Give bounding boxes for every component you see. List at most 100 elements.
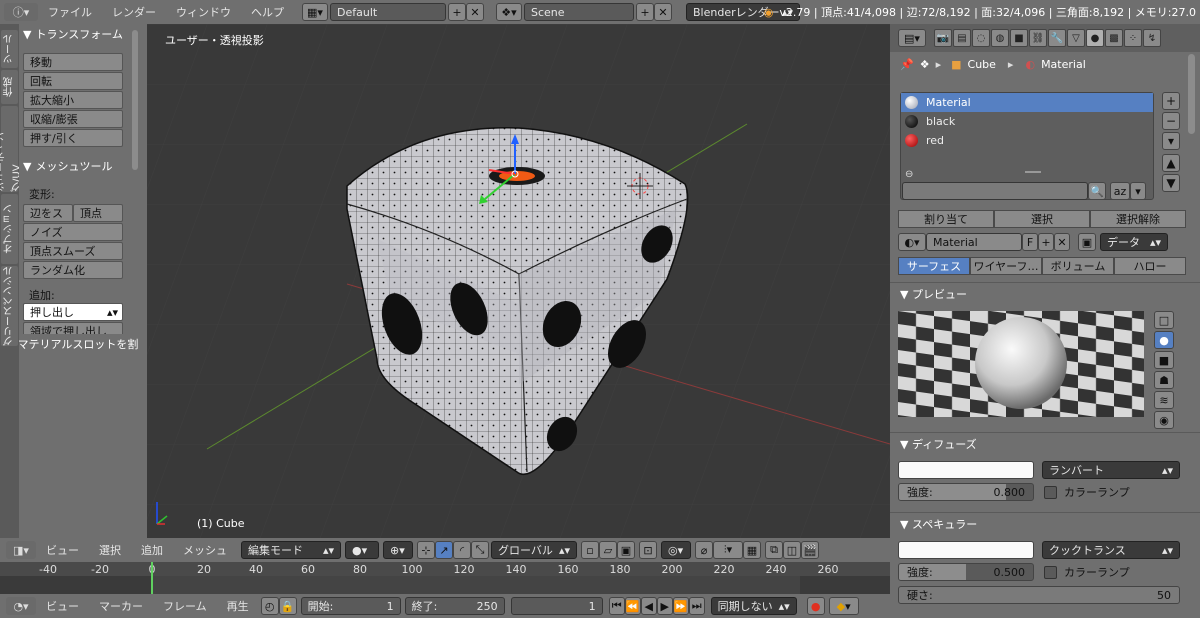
- sync-dropdown[interactable]: 同期しない ▴▾: [710, 597, 797, 615]
- deselect-button[interactable]: 選択解除: [1090, 210, 1186, 228]
- modifiers-tab-icon[interactable]: 🔧: [1048, 29, 1066, 47]
- view3d-editor-icon[interactable]: ◨▾: [6, 541, 36, 559]
- tl-menu-view[interactable]: ビュー: [46, 598, 79, 614]
- material-slot-red[interactable]: red: [901, 131, 1153, 150]
- pin-icon[interactable]: 📌: [900, 58, 914, 71]
- menu-view[interactable]: ビュー: [46, 542, 79, 558]
- material-slot-material[interactable]: Material: [901, 93, 1153, 112]
- translate-manipulator-icon[interactable]: ↗: [435, 541, 453, 559]
- world-tab-icon[interactable]: ◍: [991, 29, 1009, 47]
- tab-tools[interactable]: ツール: [1, 30, 18, 68]
- tab-halo[interactable]: ハロー: [1114, 257, 1186, 275]
- proportional-edit-dropdown[interactable]: ◎▾: [661, 541, 691, 559]
- manipulator-toggle-icon[interactable]: ⊹: [417, 541, 435, 559]
- preview-monkey-icon[interactable]: ☗: [1154, 371, 1174, 389]
- tab-create[interactable]: 作成: [1, 70, 18, 104]
- jump-key-back-icon[interactable]: ⏪: [624, 597, 641, 615]
- lock-icon[interactable]: 🔒: [278, 597, 297, 615]
- remove-scene-icon[interactable]: ✕: [654, 3, 672, 21]
- editor-type-button[interactable]: ⓘ▾: [4, 3, 38, 21]
- pivot-dropdown[interactable]: ⊕▾: [383, 541, 413, 559]
- add-layout-icon[interactable]: +: [448, 3, 466, 21]
- tool-shelf-scrollbar[interactable]: [132, 30, 138, 170]
- noise-button[interactable]: ノイズ: [23, 223, 123, 241]
- data-tab-icon[interactable]: ▽: [1067, 29, 1085, 47]
- filter-search-icon[interactable]: 🔍: [1088, 182, 1106, 200]
- remove-layout-icon[interactable]: ✕: [466, 3, 484, 21]
- diffuse-intensity-slider[interactable]: 強度: 0.800: [898, 483, 1034, 501]
- remove-slot-icon[interactable]: −: [1162, 112, 1180, 130]
- diffuse-panel-header[interactable]: ▼ ディフューズ: [890, 433, 1200, 455]
- list-filter-icon[interactable]: ⊖: [905, 169, 913, 180]
- menu-select[interactable]: 選択: [99, 542, 121, 558]
- screen-layout-icon[interactable]: ▦▾: [302, 3, 328, 21]
- shading-dropdown[interactable]: ●▾: [345, 541, 379, 559]
- preview-panel-header[interactable]: ▼ プレビュー: [890, 283, 1200, 305]
- select-button[interactable]: 選択: [994, 210, 1090, 228]
- slide-vertex-button[interactable]: 頂点: [73, 204, 123, 222]
- face-select-icon[interactable]: ▣: [617, 541, 635, 559]
- preview-sky-icon[interactable]: ◉: [1154, 411, 1174, 429]
- diffuse-shader-dropdown[interactable]: ランバート ▴▾: [1042, 461, 1180, 479]
- tab-grease-pencil[interactable]: グリースペンシル: [1, 266, 18, 346]
- opengl-anim-icon[interactable]: 🎬: [801, 541, 819, 559]
- snap-element-dropdown[interactable]: ⫶▾: [713, 541, 743, 559]
- material-slot-black[interactable]: black: [901, 112, 1153, 131]
- end-frame-field[interactable]: 終了: 250: [404, 597, 505, 615]
- mesh-tools-panel-header[interactable]: ▼ メッシュツール: [19, 156, 112, 176]
- list-resize-handle[interactable]: [1025, 171, 1041, 173]
- randomize-button[interactable]: ランダム化: [23, 261, 123, 279]
- move-slot-up-icon[interactable]: ▲: [1162, 154, 1180, 172]
- add-scene-icon[interactable]: +: [636, 3, 654, 21]
- edge-select-icon[interactable]: ▱: [599, 541, 617, 559]
- scale-button[interactable]: 拡大縮小: [23, 91, 123, 109]
- menu-file[interactable]: ファイル: [48, 4, 92, 20]
- diffuse-ramp-checkbox[interactable]: カラーランプ: [1044, 484, 1130, 500]
- 3d-viewport[interactable]: ユーザー・透視投影 (1) Cube: [147, 24, 890, 538]
- preview-flat-icon[interactable]: □: [1154, 311, 1174, 329]
- tab-options[interactable]: オプション: [1, 194, 18, 264]
- new-material-icon[interactable]: +: [1038, 233, 1054, 251]
- record-icon[interactable]: ●: [806, 597, 825, 615]
- sort-invert-icon[interactable]: ▾: [1130, 182, 1146, 200]
- jump-start-icon[interactable]: ⏮: [608, 597, 625, 615]
- object-tab-icon[interactable]: ■: [1010, 29, 1028, 47]
- assign-button[interactable]: 割り当て: [898, 210, 994, 228]
- snap-icon[interactable]: ⌀: [695, 541, 713, 559]
- render-tab-icon[interactable]: 📷: [934, 29, 952, 47]
- smooth-vertex-button[interactable]: 頂点スムーズ: [23, 242, 123, 260]
- scene-tab-icon[interactable]: ◌: [972, 29, 990, 47]
- shrink-fatten-button[interactable]: 収縮/膨張: [23, 110, 123, 128]
- preview-sphere-icon[interactable]: ●: [1154, 331, 1174, 349]
- unlink-material-icon[interactable]: ✕: [1054, 233, 1070, 251]
- scene-icon[interactable]: ❖▾: [496, 3, 522, 21]
- texture-tab-icon[interactable]: ▩: [1105, 29, 1123, 47]
- tab-surface[interactable]: サーフェス: [898, 257, 970, 275]
- mode-dropdown[interactable]: 編集モード ▴▾: [241, 541, 341, 559]
- material-name-field[interactable]: Material: [926, 233, 1022, 251]
- menu-window[interactable]: ウィンドウ: [176, 4, 231, 20]
- menu-help[interactable]: ヘルプ: [251, 4, 284, 20]
- translate-button[interactable]: 移動: [23, 53, 123, 71]
- render-layers-tab-icon[interactable]: ▤: [953, 29, 971, 47]
- playhead[interactable]: [151, 562, 153, 594]
- preview-hair-icon[interactable]: ≋: [1154, 391, 1174, 409]
- occlude-geometry-icon[interactable]: ⊡: [639, 541, 657, 559]
- tl-menu-playback[interactable]: 再生: [227, 598, 249, 614]
- scale-manipulator-icon[interactable]: ⤡: [471, 541, 489, 559]
- slot-specials-icon[interactable]: ▾: [1162, 132, 1180, 150]
- keying-set-dropdown[interactable]: ◆ ▾: [828, 597, 859, 615]
- scene-field[interactable]: Scene: [524, 3, 634, 21]
- specular-panel-header[interactable]: ▼ スペキュラー: [890, 513, 1200, 535]
- add-slot-icon[interactable]: +: [1162, 92, 1180, 110]
- move-slot-down-icon[interactable]: ▼: [1162, 174, 1180, 192]
- jump-end-icon[interactable]: ⏭: [688, 597, 705, 615]
- physics-tab-icon[interactable]: ↯: [1143, 29, 1161, 47]
- slot-filter-input[interactable]: [902, 182, 1088, 200]
- material-slot-panel-header[interactable]: ▼ マテリアルスロットを割: [19, 334, 147, 354]
- preview-range-icon[interactable]: ◴: [260, 597, 279, 615]
- preview-cube-icon[interactable]: ■: [1154, 351, 1174, 369]
- constraints-tab-icon[interactable]: ⛓: [1029, 29, 1047, 47]
- node-toggle-icon[interactable]: ▣: [1078, 233, 1096, 251]
- particles-tab-icon[interactable]: ⁘: [1124, 29, 1142, 47]
